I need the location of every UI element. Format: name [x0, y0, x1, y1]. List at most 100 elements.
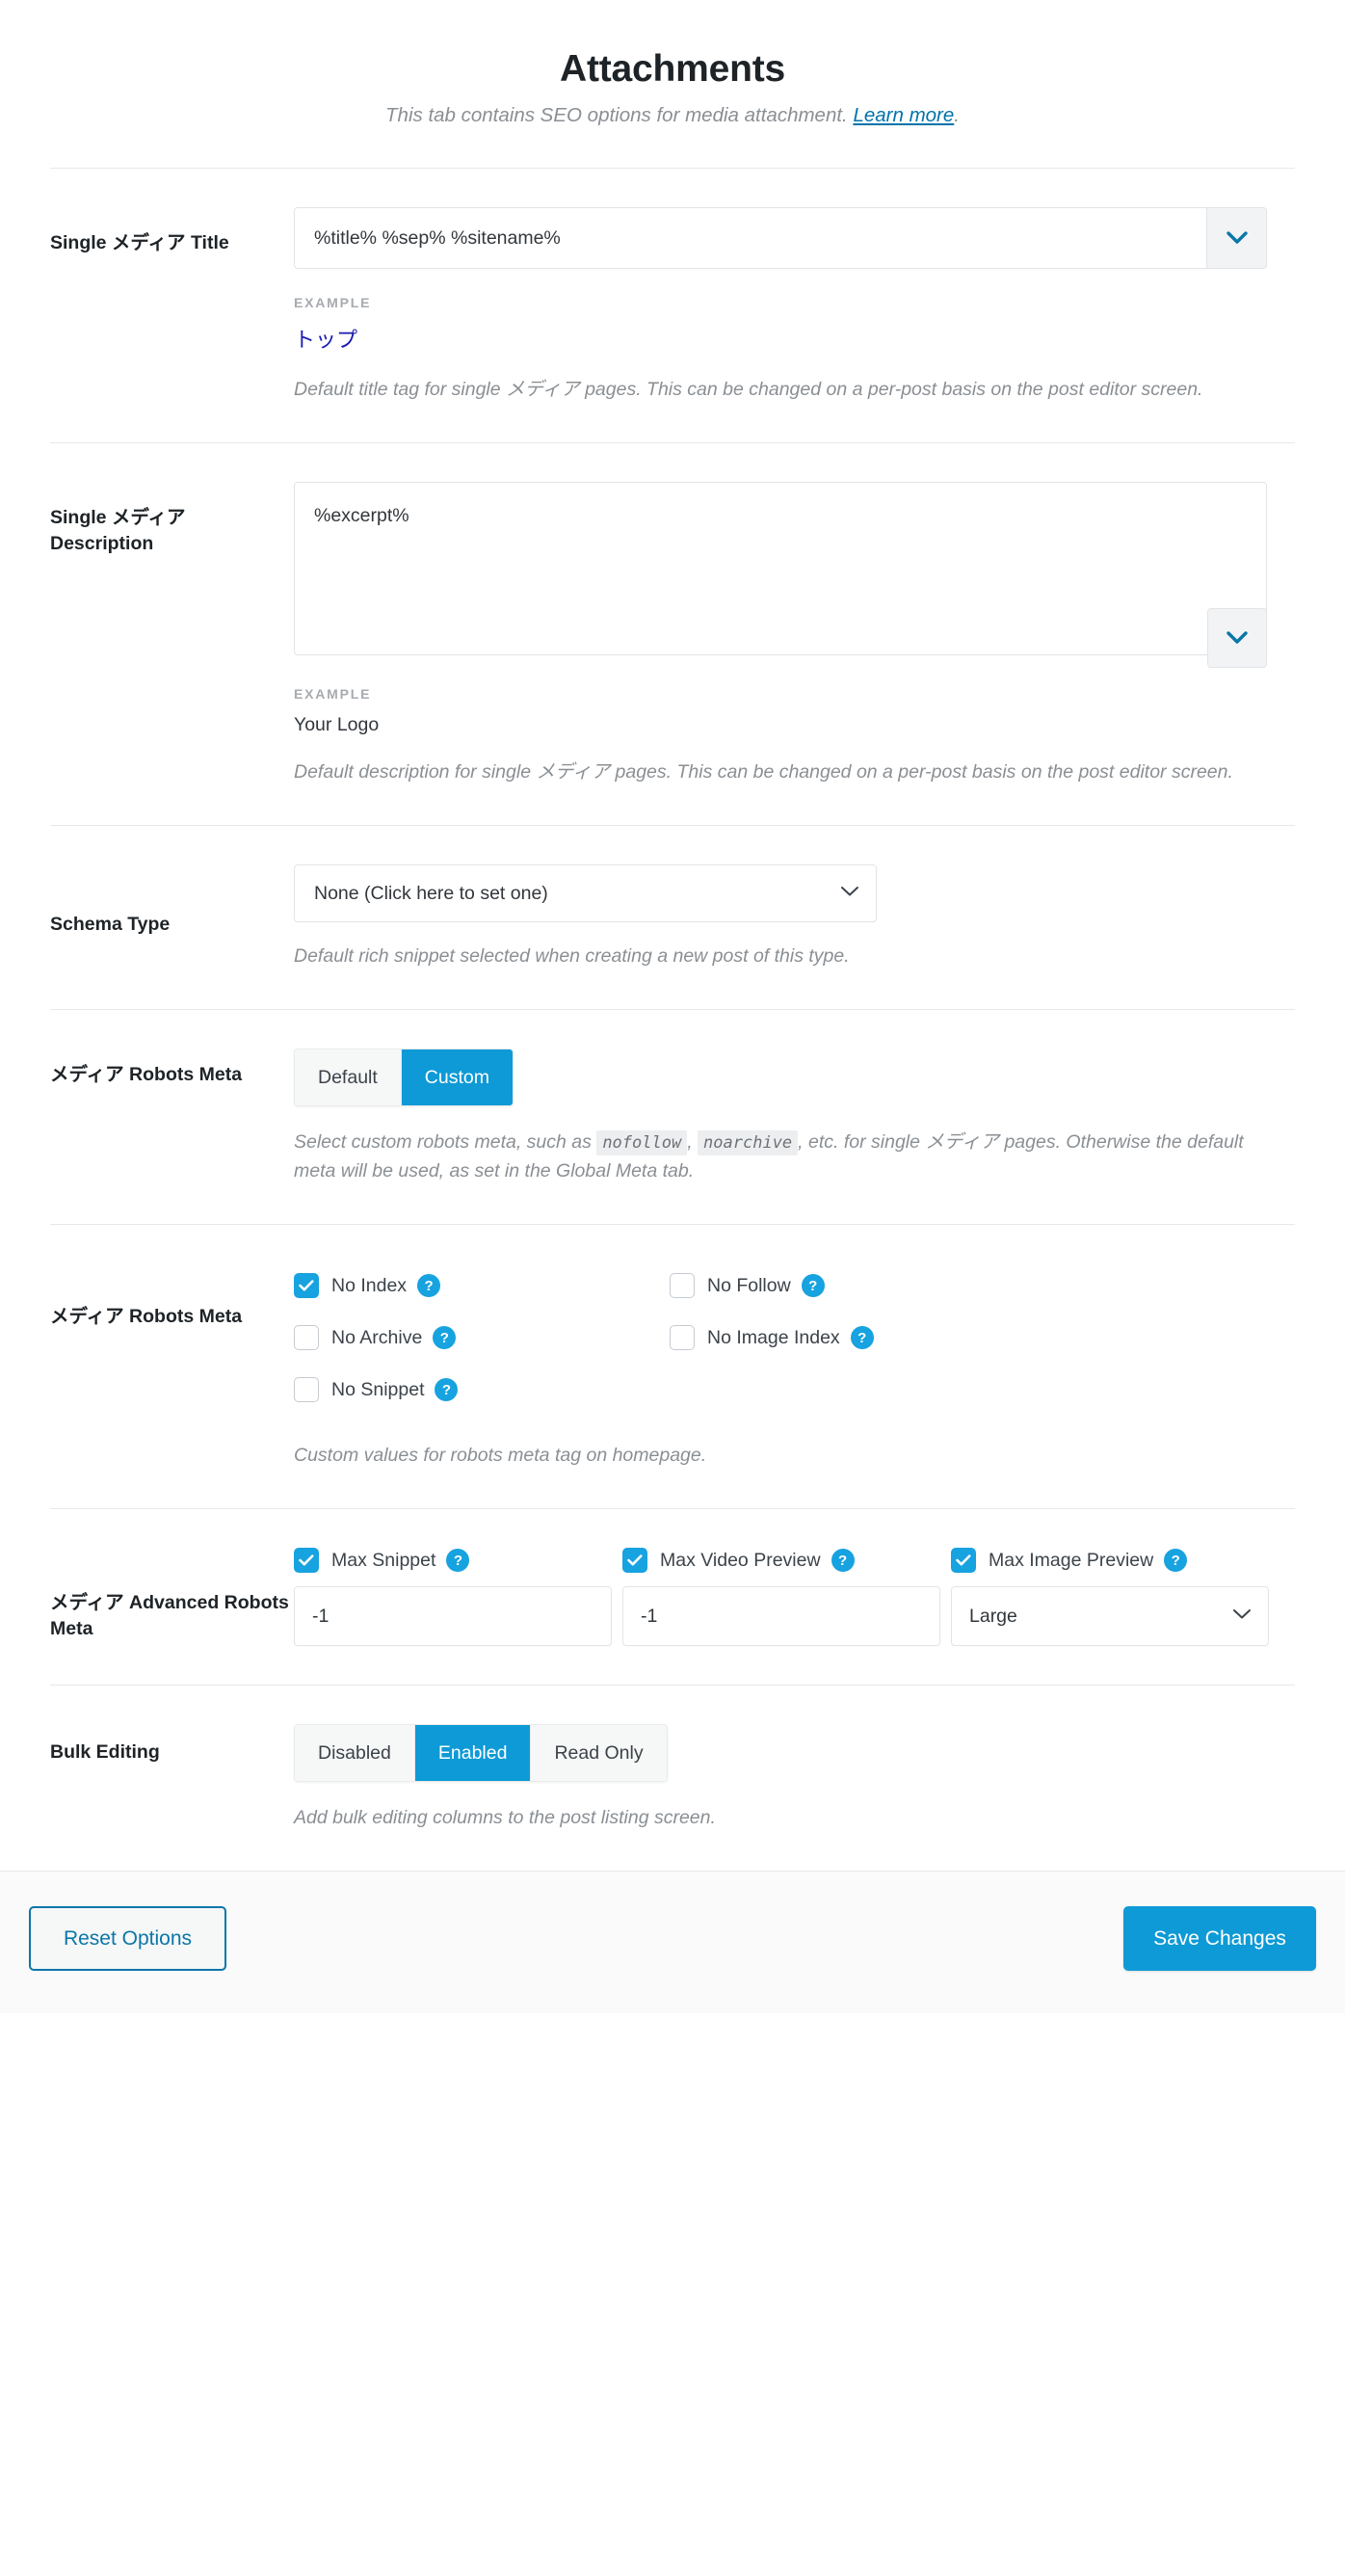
segment-default[interactable]: Default: [295, 1049, 402, 1106]
advanced-col-max-image-preview: Max Image Preview ? Large: [951, 1548, 1269, 1647]
checkbox-row-no-snippet: No Snippet ?: [294, 1368, 670, 1412]
bulk-editing-label: Bulk Editing: [50, 1741, 160, 1764]
advanced-robots-meta-field: Max Snippet ? Max Video Preview ?: [294, 1548, 1295, 1647]
question-mark-icon[interactable]: ?: [433, 1326, 457, 1350]
question-mark-icon[interactable]: ?: [850, 1326, 874, 1350]
schema-type-help: Default rich snippet selected when creat…: [294, 945, 850, 968]
single-description-input-wrap: [294, 482, 1267, 669]
question-mark-icon[interactable]: ?: [435, 1378, 459, 1402]
checkbox-no-index[interactable]: [294, 1273, 319, 1299]
attachments-settings-page: Attachments This tab contains SEO option…: [0, 0, 1345, 2014]
robots-meta-mode-help: Select custom robots meta, such as nofol…: [294, 1128, 1267, 1185]
checkbox-max-video-preview[interactable]: [622, 1548, 647, 1574]
checkbox-row-no-archive: No Archive ?: [294, 1315, 670, 1360]
checkbox-row-no-image-index: No Image Index ?: [670, 1315, 1045, 1360]
bulk-editing-segmented: Disabled Enabled Read Only: [294, 1724, 668, 1783]
checkbox-max-image-preview[interactable]: [951, 1548, 976, 1574]
checkbox-label-no-snippet: No Snippet: [331, 1378, 425, 1400]
row-robots-meta-mode: メディア Robots Meta Default Custom Select c…: [50, 1009, 1295, 1224]
row-single-description: Single メディア Description EXAMPLE Your Log…: [50, 442, 1295, 825]
single-title-help: Default title tag for single メディア pages.…: [294, 379, 1203, 400]
max-video-preview-header: Max Video Preview ?: [622, 1548, 940, 1574]
chevron-down-icon[interactable]: [1207, 608, 1267, 669]
code-noarchive: noarchive: [698, 1130, 799, 1156]
page-subtitle-period: .: [954, 104, 960, 126]
page-footer: Reset Options Save Changes: [0, 1871, 1345, 2014]
row-advanced-robots-meta: メディア Advanced Robots Meta Max Snippet ?: [50, 1508, 1295, 1685]
checkbox-row-no-follow: No Follow ?: [670, 1263, 1045, 1308]
reset-options-button[interactable]: Reset Options: [29, 1906, 226, 1972]
schema-type-select[interactable]: None (Click here to set one): [294, 864, 877, 923]
question-mark-icon[interactable]: ?: [801, 1274, 825, 1298]
single-title-input-wrap: [294, 207, 1267, 269]
advanced-col-max-snippet: Max Snippet ?: [294, 1548, 612, 1647]
help-part-2: ,: [687, 1131, 699, 1154]
robots-meta-checks-label: メディア Robots Meta: [50, 1306, 243, 1328]
checkbox-label-max-video-preview: Max Video Preview: [660, 1549, 821, 1571]
row-robots-meta-checks: メディア Robots Meta No Index ? No Archive ?…: [50, 1224, 1295, 1508]
question-mark-icon[interactable]: ?: [417, 1274, 441, 1298]
question-mark-icon[interactable]: ?: [1164, 1549, 1188, 1573]
checkbox-no-image-index[interactable]: [670, 1325, 695, 1351]
learn-more-link[interactable]: Learn more: [853, 104, 954, 126]
schema-type-select-wrap: None (Click here to set one): [294, 864, 877, 923]
question-mark-icon[interactable]: ?: [446, 1549, 470, 1573]
max-video-preview-input[interactable]: [622, 1586, 940, 1647]
single-description-example-label: EXAMPLE: [294, 686, 372, 703]
checkbox-row-no-index: No Index ?: [294, 1263, 670, 1308]
help-part-1: Select custom robots meta, such as: [294, 1131, 597, 1154]
schema-type-label: Schema Type: [50, 913, 171, 935]
max-image-preview-select[interactable]: Large: [951, 1586, 1269, 1647]
max-image-preview-select-wrap: Large: [951, 1586, 1269, 1647]
single-title-example-value: トップ: [294, 329, 358, 353]
row-schema-type: Schema Type None (Click here to set one)…: [50, 825, 1295, 1009]
checkbox-column-right: No Follow ? No Image Index ?: [670, 1263, 1045, 1420]
checkbox-label-max-image-preview: Max Image Preview: [989, 1549, 1154, 1571]
bulk-editing-field: Disabled Enabled Read Only Add bulk edit…: [294, 1724, 1295, 1832]
robots-meta-checks-help: Custom values for robots meta tag on hom…: [294, 1445, 707, 1467]
chevron-down-icon[interactable]: [1206, 208, 1266, 268]
single-description-textarea[interactable]: [294, 482, 1267, 656]
single-description-example-value: Your Logo: [294, 714, 380, 736]
row-bulk-editing: Bulk Editing Disabled Enabled Read Only …: [50, 1685, 1295, 1871]
single-title-input[interactable]: [294, 207, 1267, 269]
schema-type-field: None (Click here to set one) Default ric…: [294, 864, 1295, 970]
page-title: Attachments: [559, 48, 785, 90]
page-header: Attachments This tab contains SEO option…: [0, 0, 1345, 127]
settings-list: Single メディア Title EXAMPLE トップ Default ti…: [0, 168, 1345, 1871]
page-subtitle-text: This tab contains SEO options for media …: [385, 104, 848, 126]
checkbox-column-left: No Index ? No Archive ? No Snippet ?: [294, 1263, 670, 1420]
checkbox-label-max-snippet: Max Snippet: [331, 1549, 436, 1571]
max-snippet-input[interactable]: [294, 1586, 612, 1647]
segment-enabled[interactable]: Enabled: [414, 1725, 532, 1782]
bulk-editing-help: Add bulk editing columns to the post lis…: [294, 1807, 716, 1829]
max-snippet-header: Max Snippet ?: [294, 1548, 612, 1574]
row-single-title: Single メディア Title EXAMPLE トップ Default ti…: [50, 168, 1295, 442]
checkbox-max-snippet[interactable]: [294, 1548, 319, 1574]
single-title-label: Single メディア Title: [50, 232, 229, 253]
robots-meta-mode-label: メディア Robots Meta: [50, 1064, 243, 1086]
advanced-robots-meta-label: メディア Advanced Robots Meta: [50, 1592, 289, 1639]
question-mark-icon[interactable]: ?: [831, 1549, 855, 1573]
checkbox-label-no-follow: No Follow: [707, 1274, 791, 1296]
page-subtitle: This tab contains SEO options for media …: [0, 104, 1345, 127]
single-title-example-label: EXAMPLE: [294, 295, 372, 310]
max-image-preview-header: Max Image Preview ?: [951, 1548, 1269, 1574]
single-title-field: EXAMPLE トップ Default title tag for single…: [294, 207, 1295, 404]
segment-read-only[interactable]: Read Only: [531, 1725, 667, 1782]
checkbox-no-follow[interactable]: [670, 1273, 695, 1299]
checkbox-no-archive[interactable]: [294, 1325, 319, 1351]
robots-meta-mode-field: Default Custom Select custom robots meta…: [294, 1049, 1295, 1185]
segment-disabled[interactable]: Disabled: [295, 1725, 415, 1782]
checkbox-no-snippet[interactable]: [294, 1377, 319, 1403]
single-description-help: Default description for single メディア page…: [294, 761, 1233, 783]
segment-custom[interactable]: Custom: [401, 1049, 513, 1106]
checkbox-label-no-index: No Index: [331, 1274, 408, 1296]
advanced-robots-columns: Max Snippet ? Max Video Preview ?: [294, 1548, 1295, 1647]
save-changes-button[interactable]: Save Changes: [1123, 1906, 1316, 1972]
code-nofollow: nofollow: [596, 1130, 688, 1156]
robots-meta-checks-field: No Index ? No Archive ? No Snippet ? No …: [294, 1263, 1295, 1470]
checkbox-label-no-archive: No Archive: [331, 1326, 423, 1348]
advanced-col-max-video-preview: Max Video Preview ?: [622, 1548, 940, 1647]
single-description-field: EXAMPLE Your Logo Default description fo…: [294, 482, 1295, 786]
